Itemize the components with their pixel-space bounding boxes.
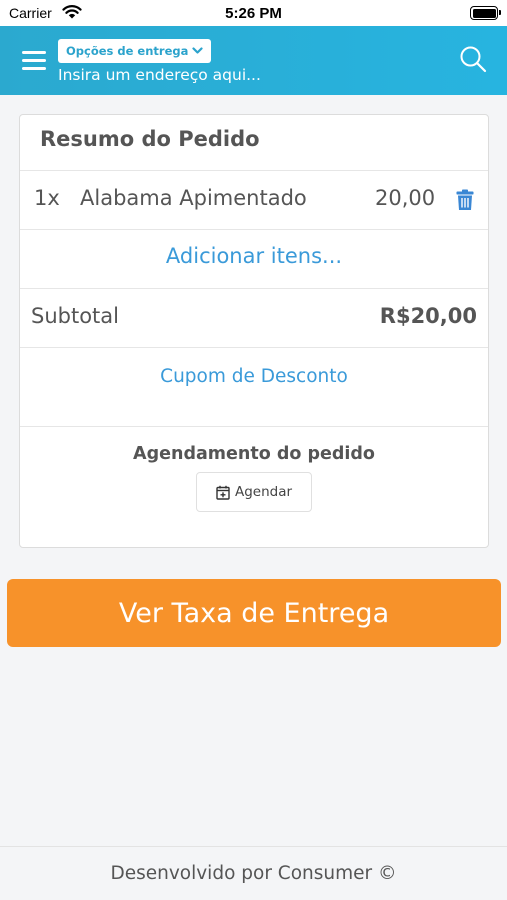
item-quantity: 1x	[34, 186, 60, 210]
subtotal-label: Subtotal	[31, 304, 119, 328]
calendar-plus-icon	[216, 485, 230, 500]
battery-icon	[470, 6, 501, 20]
app-header: Opções de entrega Insira um endereço aqu…	[0, 26, 507, 95]
item-name: Alabama Apimentado	[80, 186, 307, 210]
status-time: 5:26 PM	[225, 5, 282, 22]
schedule-title: Agendamento do pedido	[133, 444, 375, 464]
delivery-options-label: Opções de entrega	[66, 44, 189, 58]
trash-icon[interactable]	[456, 189, 474, 211]
schedule-button-label: Agendar	[234, 484, 293, 500]
add-items-link[interactable]: Adicionar itens...	[20, 244, 488, 268]
menu-icon[interactable]	[22, 51, 46, 71]
delivery-fee-button[interactable]: Ver Taxa de Entrega	[7, 579, 501, 647]
chevron-down-icon	[192, 47, 203, 54]
footer-credit: Desenvolvido por Consumer ©	[110, 863, 397, 884]
status-bar: Carrier 5:26 PM	[0, 0, 507, 26]
order-summary-title: Resumo do Pedido	[40, 127, 260, 151]
coupon-row: Cupom de Desconto	[20, 347, 488, 426]
delivery-options-dropdown[interactable]: Opções de entrega	[58, 39, 212, 63]
schedule-button[interactable]: Agendar	[196, 472, 312, 512]
coupon-link[interactable]: Cupom de Desconto	[20, 366, 488, 387]
search-icon[interactable]	[459, 45, 487, 73]
order-item-row: 1x Alabama Apimentado 20,00	[20, 170, 488, 229]
order-summary-card: Resumo do Pedido 1x Alabama Apimentado 2…	[19, 114, 489, 548]
item-price: 20,00	[375, 186, 436, 210]
subtotal-value: R$20,00	[379, 304, 477, 328]
delivery-fee-button-label: Ver Taxa de Entrega	[118, 597, 390, 629]
subtotal-row: Subtotal R$20,00	[20, 288, 488, 347]
footer: Desenvolvido por Consumer ©	[0, 846, 507, 900]
add-items-row: Adicionar itens...	[20, 229, 488, 288]
schedule-section: Agendamento do pedido Agendar	[20, 426, 488, 547]
address-input[interactable]: Insira um endereço aqui...	[58, 66, 261, 84]
